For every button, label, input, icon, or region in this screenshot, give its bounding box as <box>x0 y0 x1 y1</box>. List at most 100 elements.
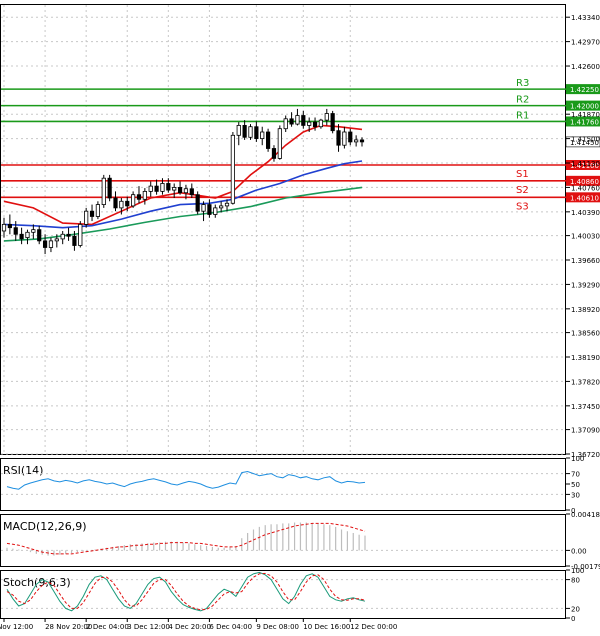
candle-body <box>330 113 335 132</box>
candle-body <box>42 240 48 248</box>
rsi-tick-label: 50 <box>571 481 580 489</box>
stoch-title: Stoch(9,6,3) <box>3 576 71 589</box>
candle-body <box>13 227 18 235</box>
trading-chart: R3 1.42250 R2 1.42000 R1 1.41760 S1 1.41100 S2 1.… <box>0 0 600 632</box>
candle-body <box>248 126 253 138</box>
candle-body <box>89 210 95 217</box>
time-tick-label: 4 Dec 20:00 <box>168 623 211 631</box>
rsi-tick-label: 100 <box>571 455 584 463</box>
candle-body <box>324 113 329 121</box>
stoch-tick-label: 100 <box>571 567 584 575</box>
candle-body <box>195 194 200 212</box>
candle-body <box>172 187 177 191</box>
macd-tick-label: 0.004181 <box>571 511 600 519</box>
price-tick-label: 1.37450 <box>571 403 600 411</box>
macd-title: MACD(12,26,9) <box>3 520 87 533</box>
candle-body <box>289 118 294 125</box>
candle-body <box>72 235 77 246</box>
pane-frame-rsi <box>0 458 566 511</box>
candle-body <box>265 131 271 149</box>
candle-body <box>177 187 183 194</box>
candle-body <box>54 238 59 242</box>
stoch-tick-label: 20 <box>571 605 580 613</box>
level-name-s3: S3 <box>516 201 529 212</box>
price-tick-label: 1.38920 <box>571 306 600 314</box>
time-tick-label: 12 Dec 00:00 <box>350 623 397 631</box>
candle-body <box>31 229 36 233</box>
candle-body <box>236 125 241 136</box>
time-tick-label: 10 Dec 16:00 <box>303 623 350 631</box>
candle <box>195 191 200 215</box>
candle <box>107 174 112 202</box>
price-tick-label: 1.41130 <box>571 160 600 168</box>
candle-body <box>160 183 165 192</box>
candle-body <box>201 204 206 212</box>
price-tick-label: 1.39290 <box>571 281 600 289</box>
price-tick-label: 1.43340 <box>571 14 600 22</box>
candle-body <box>95 204 101 217</box>
candle-body <box>219 205 224 209</box>
candle-body <box>107 177 112 199</box>
price-tick-label: 1.42970 <box>571 39 600 47</box>
price-tick-label: 1.41500 <box>571 136 600 144</box>
candle-body <box>101 177 106 205</box>
price-tick-label: 1.37820 <box>571 378 600 386</box>
candle-body <box>336 130 341 146</box>
level-name-s1: S1 <box>516 169 529 180</box>
level-name-s2: S2 <box>516 185 529 196</box>
candle-body <box>359 139 365 143</box>
price-tick-label: 1.37090 <box>571 427 600 435</box>
candle-body <box>66 233 71 237</box>
rsi-title: RSI(14) <box>3 464 43 477</box>
price-tick-label: 1.39660 <box>571 257 600 265</box>
candle-body <box>342 131 347 146</box>
candle-body <box>154 185 159 192</box>
candle-body <box>254 126 259 140</box>
candle-body <box>213 207 218 215</box>
price-tick-label: 1.38190 <box>571 354 600 362</box>
candle-body <box>136 194 142 200</box>
price-tick-label: 1.42600 <box>571 63 600 71</box>
candle-body <box>166 183 171 191</box>
candle-body <box>283 118 288 130</box>
candle-body <box>230 134 235 204</box>
level-name-r2: R2 <box>516 95 529 106</box>
candle-body <box>318 119 324 128</box>
candle-body <box>113 197 118 209</box>
candle-body <box>354 139 359 143</box>
candle <box>248 124 253 140</box>
candle-body <box>224 202 230 207</box>
candle-body <box>125 200 130 207</box>
candle-body <box>131 194 136 207</box>
candle-body <box>60 233 65 240</box>
candle-body <box>37 229 42 242</box>
price-tick-label: 1.40030 <box>571 233 600 241</box>
time-tick-label: 6 Dec 04:00 <box>209 623 252 631</box>
pane-frame-main <box>0 4 566 455</box>
candle <box>78 221 83 248</box>
candle-body <box>271 148 277 159</box>
level-name-r3: R3 <box>516 78 529 89</box>
candle-body <box>183 188 189 194</box>
candle-body <box>48 240 54 248</box>
candle-body <box>307 121 312 126</box>
time-tick-label: 2 Dec 04:00 <box>86 623 129 631</box>
candle <box>277 125 282 160</box>
rsi-tick-label: 70 <box>571 471 580 479</box>
price-tick-label: 1.41870 <box>571 111 600 119</box>
level-name-r1: R1 <box>516 110 529 121</box>
candle-body <box>119 200 124 209</box>
candle-body <box>260 131 265 140</box>
candle <box>230 132 235 205</box>
level-price-label: 1.40610 <box>570 194 599 202</box>
candle-body <box>277 128 282 159</box>
price-tick-label: 1.38560 <box>571 330 600 338</box>
candle <box>265 128 271 152</box>
time-tick-label: 27 Nov 12:00 <box>0 623 33 631</box>
price-tick-label: 1.40760 <box>571 184 600 192</box>
candle-body <box>301 115 306 126</box>
candle-body <box>148 185 153 192</box>
price-tick-label: 1.40390 <box>571 209 600 217</box>
candle-body <box>189 188 194 196</box>
candle-body <box>78 223 83 246</box>
